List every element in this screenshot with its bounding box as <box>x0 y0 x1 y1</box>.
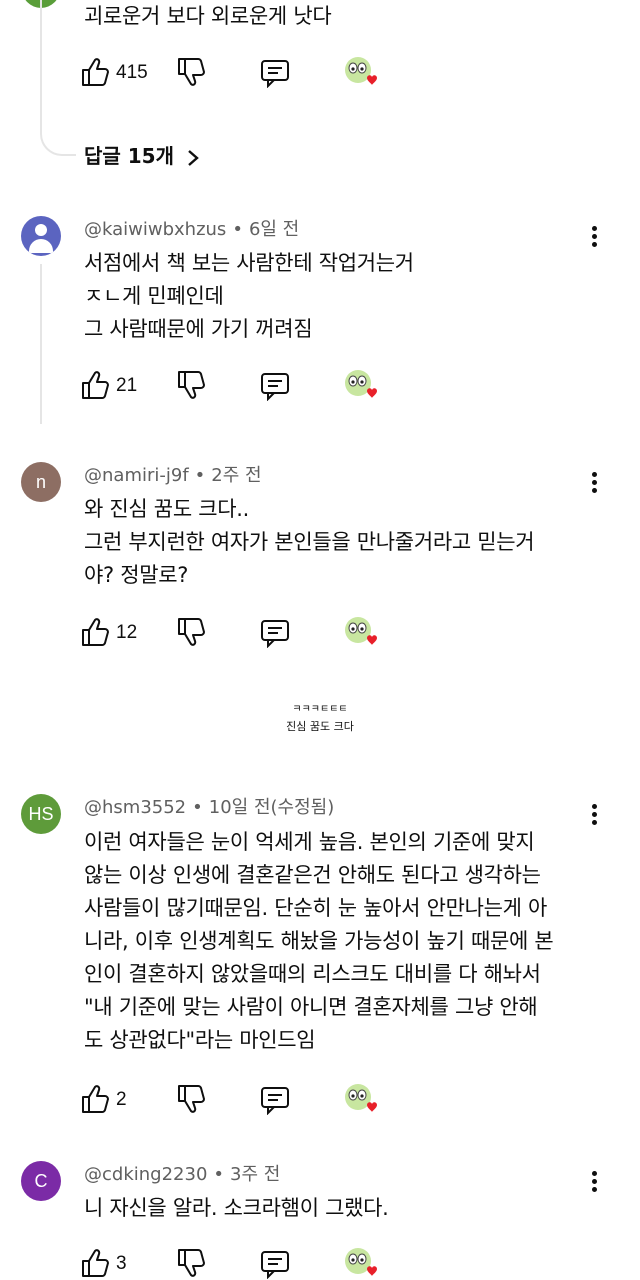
reply-icon[interactable] <box>260 1083 290 1119</box>
thumbs-down-icon[interactable] <box>176 616 206 652</box>
like-count: 21 <box>116 375 138 396</box>
thumbs-down-icon[interactable] <box>176 369 206 405</box>
comment-text: 괴로운거 보다 외로운게 낫다 <box>84 4 332 28</box>
caption-line: 진심 꿈도 크다 <box>286 720 354 733</box>
reply-icon[interactable] <box>260 616 290 652</box>
more-vert-icon[interactable] <box>588 226 600 252</box>
comment-meta: @kaiwiwbxhzus • 6일 전 <box>84 219 300 240</box>
thumbs-up-icon[interactable] <box>80 1083 110 1119</box>
thumbs-up-icon[interactable] <box>80 1247 110 1280</box>
comment-text: 와 진심 꿈도 크다.. 그런 부지런한 여자가 본인들을 만나줄거라고 믿는거… <box>84 497 535 587</box>
replies-label: 답글 15개 <box>84 144 174 168</box>
comment-actions: 12 <box>80 616 400 652</box>
author-name[interactable]: @cdking2230 <box>84 1164 207 1185</box>
comment-actions: 415 <box>80 56 400 92</box>
comment-meta: @hsm3552 • 10일 전(수정됨) <box>84 797 335 818</box>
chevron-right-icon <box>188 149 199 166</box>
reply-icon[interactable] <box>260 56 290 92</box>
like-count: 2 <box>116 1089 127 1110</box>
more-vert-icon[interactable] <box>588 804 600 830</box>
timestamp: 2주 전 <box>211 465 262 486</box>
thumbs-down-icon[interactable] <box>176 1083 206 1119</box>
timestamp: 3주 전 <box>230 1164 281 1185</box>
overlay-caption: ㅋㅋㅋㅌㅌㅌ 진심 꿈도 크다 <box>0 702 640 736</box>
timestamp: 10일 전(수정됨) <box>208 797 335 818</box>
more-vert-icon[interactable] <box>588 1171 600 1197</box>
thumbs-up-icon[interactable] <box>80 369 110 405</box>
thumbs-up-icon[interactable] <box>80 56 110 92</box>
avatar[interactable] <box>21 216 61 256</box>
comment-actions: 2 <box>80 1083 400 1119</box>
comment-text: 니 자신을 알라. 소크라햄이 그랬다. <box>84 1196 389 1220</box>
emoji-heart-icon[interactable] <box>342 612 380 654</box>
caption-line: ㅋㅋㅋㅌㅌㅌ <box>292 704 348 715</box>
avatar[interactable]: n <box>21 462 61 502</box>
like-count: 3 <box>116 1253 127 1274</box>
emoji-heart-icon[interactable] <box>342 1079 380 1121</box>
author-name[interactable]: @kaiwiwbxhzus <box>84 219 226 240</box>
comments-page: 괴로운거 보다 외로운게 낫다 415 답글 15개 @kaiwiwbxhzus… <box>0 0 640 1280</box>
emoji-heart-icon[interactable] <box>342 52 380 94</box>
timestamp: 6일 전 <box>248 219 300 240</box>
comment-text: 이런 여자들은 눈이 억세게 높음. 본인의 기준에 맞지 않는 이상 인생에 … <box>84 830 554 1052</box>
comment-actions: 3 <box>80 1247 400 1280</box>
thread-line <box>40 0 42 117</box>
reply-icon[interactable] <box>260 1247 290 1280</box>
comment-actions: 21 <box>80 369 400 405</box>
author-name[interactable]: @hsm3552 <box>84 797 186 818</box>
thread-line <box>40 264 42 424</box>
thumbs-down-icon[interactable] <box>176 56 206 92</box>
comment-text: 서점에서 책 보는 사람한테 작업거는거 ㅈㄴ게 민폐인데 그 사람때문에 가기… <box>84 251 414 341</box>
thread-connector <box>40 112 76 156</box>
comment-meta: @cdking2230 • 3주 전 <box>84 1164 281 1185</box>
emoji-heart-icon[interactable] <box>342 1243 380 1280</box>
reply-icon[interactable] <box>260 369 290 405</box>
comment-meta: @namiri-j9f • 2주 전 <box>84 465 262 486</box>
emoji-heart-icon[interactable] <box>342 365 380 407</box>
more-vert-icon[interactable] <box>588 472 600 498</box>
thumbs-down-icon[interactable] <box>176 1247 206 1280</box>
avatar[interactable]: C <box>21 1161 61 1201</box>
thumbs-up-icon[interactable] <box>80 616 110 652</box>
like-count: 12 <box>116 622 138 643</box>
avatar[interactable]: HS <box>21 794 61 834</box>
like-count: 415 <box>116 62 148 83</box>
view-replies-button[interactable]: 답글 15개 <box>84 140 201 169</box>
author-name[interactable]: @namiri-j9f <box>84 465 189 486</box>
